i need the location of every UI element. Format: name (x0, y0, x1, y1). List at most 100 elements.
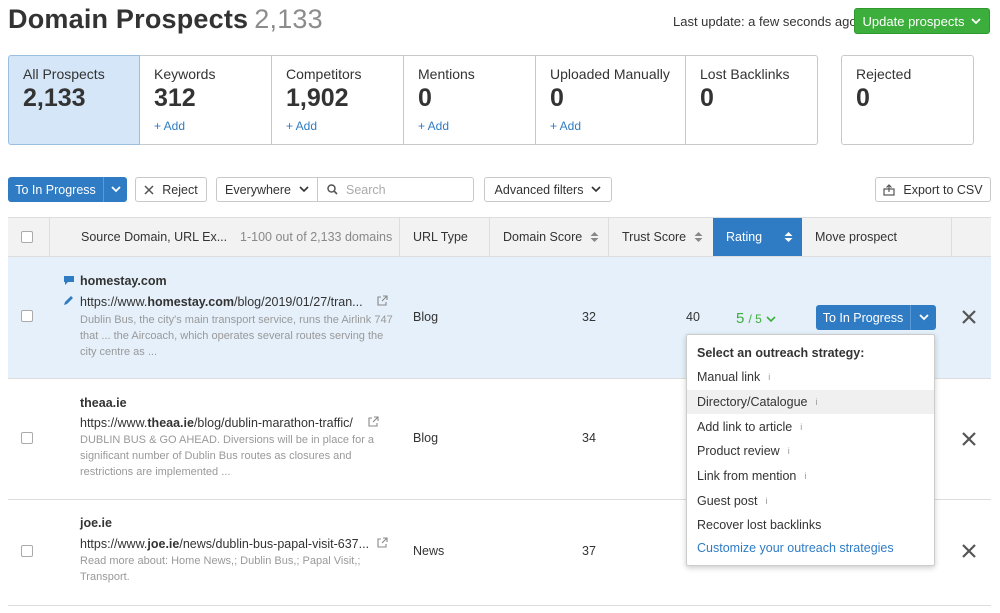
card-label: Rejected (856, 66, 912, 82)
card-all-prospects[interactable]: All Prospects 2,133 (8, 55, 140, 145)
strategy-directory-catalogue[interactable]: Directory/Catalogue i (687, 390, 934, 414)
strategy-label: Guest post (697, 494, 758, 508)
card-uploaded-manually[interactable]: Uploaded Manually 0 + Add (536, 55, 686, 145)
search-scope-select[interactable]: Everywhere (216, 177, 318, 202)
rating-value: 5 (736, 310, 745, 327)
move-to-in-progress-button[interactable]: To In Progress (816, 305, 936, 330)
row-rating[interactable]: 5 / 5 (736, 310, 776, 327)
comment-icon[interactable] (63, 275, 75, 286)
card-value: 2,133 (23, 84, 86, 112)
row-url-path: /news/dublin-bus-papal-visit-637... (179, 537, 370, 551)
column-trust-score[interactable]: Trust Score (622, 218, 703, 256)
column-rating-label: Rating (726, 230, 763, 244)
row-url[interactable]: https://www.joe.ie/news/dublin-bus-papal… (80, 537, 369, 551)
row-domain-score: 37 (582, 544, 596, 558)
row-url[interactable]: https://www.theaa.ie/blog/dublin-maratho… (80, 416, 353, 430)
row-url-type: Blog (413, 310, 439, 324)
strategy-product-review[interactable]: Product review i (687, 439, 934, 463)
reject-row-close-icon[interactable] (961, 309, 977, 325)
card-mentions[interactable]: Mentions 0 + Add (404, 55, 536, 145)
to-in-progress-dropdown-toggle[interactable] (103, 177, 127, 202)
move-strategy-dropdown-toggle[interactable] (910, 305, 936, 330)
add-competitors-link[interactable]: + Add (286, 119, 403, 133)
column-source-domain[interactable]: Source Domain, URL Ex... (81, 218, 227, 256)
row-domain[interactable]: homestay.com (80, 274, 167, 288)
strategy-label: Add link to article (697, 420, 793, 434)
column-move-prospect: Move prospect (815, 230, 897, 244)
reject-row-close-icon[interactable] (961, 431, 977, 447)
reject-label: Reject (162, 182, 198, 197)
external-link-icon[interactable] (377, 295, 388, 306)
card-rejected[interactable]: Rejected 0 (841, 55, 974, 145)
row-url-path: /blog/2019/01/27/tran... (234, 295, 363, 309)
move-button-label: To In Progress (822, 310, 904, 325)
select-all-checkbox[interactable] (21, 231, 33, 243)
search-placeholder: Search (346, 182, 386, 197)
add-keywords-link[interactable]: + Add (154, 119, 271, 133)
card-label: Uploaded Manually (550, 66, 670, 82)
row-url-prefix: https://www. (80, 416, 148, 430)
card-value: 0 (856, 84, 870, 112)
reject-row-close-icon[interactable] (961, 543, 977, 559)
export-csv-button[interactable]: Export to CSV (875, 177, 991, 202)
row-domain[interactable]: theaa.ie (80, 396, 127, 410)
row-checkbox[interactable] (21, 310, 33, 322)
column-trust-score-label: Trust Score (622, 230, 687, 244)
column-divider (489, 218, 490, 256)
sort-icon (784, 232, 793, 242)
row-url[interactable]: https://www.homestay.com/blog/2019/01/27… (80, 295, 363, 309)
rating-max: / 5 (748, 312, 762, 326)
row-domain[interactable]: joe.ie (80, 516, 112, 530)
row-url-type: Blog (413, 431, 439, 445)
info-icon[interactable]: i (788, 446, 790, 456)
strategy-add-link-to-article[interactable]: Add link to article i (687, 415, 934, 439)
chevron-down-icon (110, 186, 121, 193)
external-link-icon[interactable] (368, 416, 379, 427)
strategy-link-from-mention[interactable]: Link from mention i (687, 464, 934, 488)
customize-strategies-link[interactable]: Customize your outreach strategies (697, 541, 894, 555)
sort-icon (694, 232, 703, 242)
prospect-count: 2,133 (254, 4, 323, 34)
card-lost-backlinks[interactable]: Lost Backlinks 0 (686, 55, 818, 145)
chevron-down-icon (971, 17, 982, 24)
update-prospects-button[interactable]: Update prospects (854, 8, 990, 34)
info-icon[interactable]: i (804, 471, 806, 481)
strategy-manual-link[interactable]: Manual link i (687, 365, 934, 389)
card-competitors[interactable]: Competitors 1,902 + Add (272, 55, 404, 145)
edit-pencil-icon[interactable] (63, 295, 74, 306)
info-icon[interactable]: i (800, 422, 802, 432)
chevron-down-icon (766, 316, 776, 323)
to-in-progress-label: To In Progress (15, 182, 96, 197)
card-value: 0 (418, 84, 432, 112)
column-rating[interactable]: Rating (713, 218, 802, 256)
card-label: Competitors (286, 66, 362, 82)
close-icon (144, 184, 154, 195)
strategy-guest-post[interactable]: Guest post i (687, 489, 934, 513)
page-title-text: Domain Prospects (8, 4, 249, 34)
column-url-type[interactable]: URL Type (413, 218, 468, 256)
card-value: 1,902 (286, 84, 349, 112)
reject-button[interactable]: Reject (135, 177, 207, 202)
row-description: Read more about: Home News,; Dublin Bus,… (80, 555, 361, 583)
strategy-recover-lost-backlinks[interactable]: Recover lost backlinks (687, 513, 934, 537)
add-mentions-link[interactable]: + Add (418, 119, 535, 133)
column-divider (49, 218, 50, 256)
card-keywords[interactable]: Keywords 312 + Add (140, 55, 272, 145)
row-checkbox[interactable] (21, 432, 33, 444)
to-in-progress-button[interactable]: To In Progress (8, 177, 127, 202)
info-icon[interactable]: i (765, 496, 767, 506)
row-url-prefix: https://www. (80, 537, 148, 551)
row-checkbox[interactable] (21, 545, 33, 557)
add-uploaded-link[interactable]: + Add (550, 119, 685, 133)
external-link-icon[interactable] (377, 537, 388, 548)
export-icon (883, 183, 895, 196)
info-icon[interactable]: i (768, 372, 770, 382)
info-icon[interactable]: i (815, 397, 817, 407)
chevron-down-icon (299, 186, 309, 193)
row-url-type: News (413, 544, 445, 558)
card-label: Mentions (418, 66, 475, 82)
column-domain-score[interactable]: Domain Score (503, 218, 599, 256)
search-input[interactable]: Search (317, 177, 474, 202)
column-divider (399, 218, 400, 256)
advanced-filters-button[interactable]: Advanced filters (484, 177, 612, 202)
